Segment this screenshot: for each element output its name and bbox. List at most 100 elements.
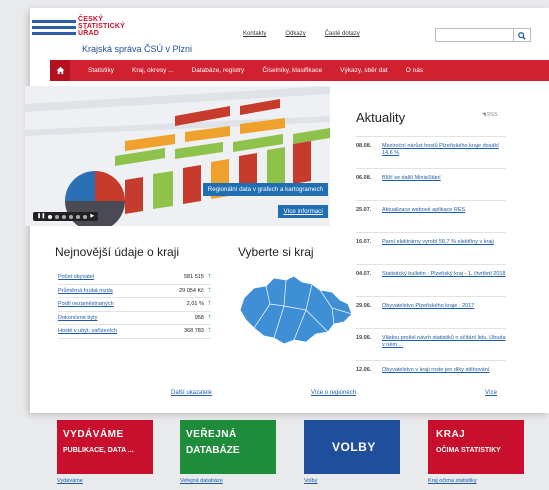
stat-name[interactable]: Hosté v ubyt. zařízeních (58, 328, 117, 334)
news-date: 16.07. (356, 239, 372, 245)
rss-link[interactable]: ◥ RSS (482, 112, 498, 118)
nav-databaze[interactable]: Databáze, registry (192, 67, 245, 74)
search-input[interactable] (435, 28, 531, 42)
promo-volby[interactable]: VOLBY (304, 420, 400, 474)
hero-more-button[interactable]: Více informací (278, 205, 328, 218)
promo-subtitle: DATABÁZE (186, 445, 240, 456)
news-date: 12.06. (356, 367, 372, 373)
arrow-up-icon: 🡑 (207, 314, 211, 321)
link-caste-dotazy[interactable]: Časté dotazy (325, 31, 360, 37)
news-link[interactable]: Parní elektrárny vyrobí 58,7 % elektřiny… (382, 239, 494, 257)
stats-table: Počet obyvatel 581 515 🡑 Průměrná hrubá m… (58, 271, 211, 339)
nav-vykazy[interactable]: Výkazy, sběr dat (340, 67, 388, 74)
news-item: 12.06. Obyvatelstvo v kraji roste jen dí… (356, 360, 506, 392)
pause-icon[interactable]: ❚❚ (37, 214, 45, 219)
site-subtitle: Krajská správa ČSÚ v Plzni (82, 44, 193, 54)
promo-vydavame[interactable]: VYDÁVÁME PUBLIKACE, DATA ... (57, 420, 153, 474)
arrow-up-icon: 🡑 (207, 301, 211, 308)
news-title: Aktuality (356, 110, 406, 125)
hero-slider[interactable]: Regionální data v grafech a kartogramech… (25, 86, 330, 226)
arrow-up-icon: 🡑 (207, 274, 211, 281)
link-odkazy[interactable]: Odkazy (285, 31, 305, 37)
logo-mark[interactable] (32, 20, 76, 38)
nav-kraj-okresy[interactable]: Kraj, okresy ... (132, 67, 174, 74)
promo-link-kraj[interactable]: Kraj očima statistiky (428, 478, 477, 484)
news-date: 08.08. (356, 143, 372, 149)
stat-value: 29 054 Kč (179, 287, 204, 294)
home-icon (55, 66, 65, 75)
promo-subtitle: PUBLIKACE, DATA ... (63, 447, 134, 454)
next-icon[interactable]: ▶ (90, 214, 94, 219)
news-item: 08.08. Meziroční nárůst hostů Plzeňského… (356, 136, 506, 168)
stat-name[interactable]: Dokončené byty (58, 315, 97, 321)
stat-row: Dokončené byty 958 🡑 (58, 312, 211, 325)
news-item: 16.07. Parní elektrárny vyrobí 58,7 % el… (356, 232, 506, 264)
news-date: 29.06. (356, 303, 372, 309)
stat-name[interactable]: Podíl nezaměstnaných (58, 301, 114, 307)
news-date: 19.06. (356, 335, 372, 341)
news-item: 04.07. Statistický bulletin - Plzeňský k… (356, 264, 506, 296)
stat-value: 2,01 % (186, 301, 204, 308)
slide-dot[interactable] (69, 214, 74, 219)
promo-title: VOLBY (332, 440, 376, 454)
news-more-link[interactable]: Více (485, 390, 497, 396)
stat-name[interactable]: Počet obyvatel (58, 274, 94, 280)
nav-o-nas[interactable]: O nás (406, 67, 423, 74)
nav-ciselniky[interactable]: Číselníky, klasifikace (262, 67, 322, 74)
stats-title: Nejnovější údaje o kraji (55, 245, 180, 259)
news-date: 25.07. (356, 207, 372, 213)
news-date: 06.08. (356, 175, 372, 181)
link-kontakty[interactable]: Kontakty (243, 31, 266, 37)
news-list: 08.08. Meziroční nárůst hostů Plzeňského… (356, 136, 506, 392)
stat-value: 581 515 (183, 274, 204, 281)
news-item: 29.06. Obyvatelstvo Plzeňského kraje - 2… (356, 296, 506, 328)
stat-name[interactable]: Průměrná hrubá mzda (58, 288, 113, 294)
stat-row: Podíl nezaměstnaných 2,01 % 🡑 (58, 298, 211, 312)
news-link[interactable]: Blíží se další MiniaStání (382, 175, 441, 193)
news-link[interactable]: Meziroční nárůst hostů Plzeňského kraje … (382, 143, 506, 161)
region-map[interactable] (236, 270, 356, 350)
top-links: Kontakty Odkazy Časté dotazy (243, 31, 360, 37)
logo-line: ČESKÝ (78, 16, 104, 23)
promo-subtitle: OČIMA STATISTIKY (436, 447, 501, 454)
promo-title: VEŘEJNÁ (186, 429, 237, 440)
stat-value: 368 783 (183, 328, 204, 335)
rss-label: RSS (487, 112, 498, 118)
main-nav: Statistiky Kraj, okresy ... Databáze, re… (50, 60, 549, 81)
stat-value: 958 (194, 314, 204, 321)
promo-link-volby[interactable]: Volby (304, 478, 317, 484)
promo-kraj[interactable]: KRAJ OČIMA STATISTIKY (428, 420, 524, 474)
news-item: 06.08. Blíží se další MiniaStání (356, 168, 506, 200)
news-link[interactable]: Obyvatelstvo Plzeňského kraje - 2017 (382, 303, 474, 321)
stat-row: Průměrná hrubá mzda 29 054 Kč 🡑 (58, 285, 211, 298)
promo-databaze[interactable]: VEŘEJNÁ DATABÁZE (180, 420, 276, 474)
arrow-up-icon: 🡑 (207, 328, 211, 335)
map-more-link[interactable]: Více o regionech (311, 390, 356, 396)
slide-dot[interactable] (48, 214, 53, 219)
news-link[interactable]: Aktualizace webové aplikace RES (382, 207, 465, 225)
nav-statistiky[interactable]: Statistiky (88, 67, 114, 74)
hero-caption[interactable]: Regionální data v grafech a kartogramech (202, 183, 328, 196)
promo-link-vydavame[interactable]: Vydáváme (57, 478, 83, 484)
news-item: 25.07. Aktualizace webové aplikace RES (356, 200, 506, 232)
stats-more-link[interactable]: Další ukazatele (171, 390, 212, 396)
news-item: 19.06. Vládou prošel návrh statistiků o … (356, 328, 506, 360)
search-icon (518, 32, 526, 40)
search-button[interactable] (513, 28, 531, 42)
promo-link-databaze[interactable]: Veřejná databáze (180, 478, 223, 484)
logo-line: STATISTICKÝ (78, 23, 126, 30)
slide-dot[interactable] (62, 214, 67, 219)
news-link[interactable]: Obyvatelstvo v kraji roste jen díky stěh… (382, 367, 489, 385)
map-title: Vyberte si kraj (238, 245, 314, 259)
stat-row: Počet obyvatel 581 515 🡑 (58, 271, 211, 285)
logo[interactable]: ČESKÝ STATISTICKÝ ÚŘAD (78, 16, 125, 37)
home-button[interactable] (50, 60, 70, 81)
news-link[interactable]: Vládou prošel návrh statistiků o sčítání… (382, 335, 506, 353)
slide-dot[interactable] (76, 214, 81, 219)
news-link[interactable]: Statistický bulletin - Plzeňský kraj - 1… (382, 271, 506, 289)
arrow-up-icon: 🡑 (207, 287, 211, 294)
rss-icon: ◥ (482, 112, 486, 118)
stat-row: Hosté v ubyt. zařízeních 368 783 🡑 (58, 325, 211, 339)
slide-dot[interactable] (83, 214, 88, 219)
slide-dot[interactable] (55, 214, 60, 219)
